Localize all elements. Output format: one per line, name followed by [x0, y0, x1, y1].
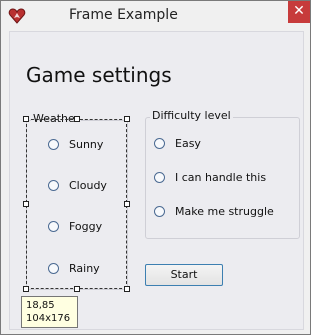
radio-label: Make me struggle — [175, 204, 274, 218]
window-title: Frame Example — [69, 7, 178, 23]
difficulty-group-label: Difficulty level — [150, 109, 233, 122]
radio-i-can-handle-this[interactable]: I can handle this — [154, 169, 266, 185]
page-title: Game settings — [26, 63, 172, 87]
radio-easy[interactable]: Easy — [154, 135, 201, 151]
radio-make-me-struggle[interactable]: Make me struggle — [154, 203, 274, 219]
radio-button-icon — [154, 137, 165, 149]
tooltip-size-text: 104x176 — [26, 313, 71, 324]
heart-app-icon — [8, 8, 26, 24]
title-bar[interactable]: Frame Example ✕ — [1, 1, 310, 31]
radio-label: I can handle this — [175, 170, 267, 184]
designer-position-tooltip: 18,85 104x176 — [21, 296, 78, 328]
resize-handle-bottom-left[interactable] — [23, 286, 29, 292]
resize-handle-top-center[interactable] — [74, 116, 80, 122]
resize-handle-bottom-right[interactable] — [124, 286, 130, 292]
close-button[interactable]: ✕ — [288, 1, 310, 23]
resize-handle-middle-left[interactable] — [23, 201, 29, 207]
resize-handle-top-left[interactable] — [23, 116, 29, 122]
designer-selection-outline[interactable] — [26, 119, 127, 289]
form-client-area: Game settings Weather Sunny Cloudy Foggy… — [9, 31, 304, 330]
radio-label: Easy — [175, 136, 201, 150]
resize-handle-top-right[interactable] — [124, 116, 130, 122]
tooltip-position-text: 18,85 — [26, 300, 55, 311]
radio-button-icon — [154, 171, 165, 183]
app-window: Frame Example ✕ Game settings Weather Su… — [0, 0, 311, 335]
resize-handle-middle-right[interactable] — [124, 201, 130, 207]
start-button[interactable]: Start — [145, 264, 223, 286]
radio-button-icon — [154, 205, 165, 217]
close-icon: ✕ — [293, 3, 305, 19]
resize-handle-bottom-center[interactable] — [74, 286, 80, 292]
